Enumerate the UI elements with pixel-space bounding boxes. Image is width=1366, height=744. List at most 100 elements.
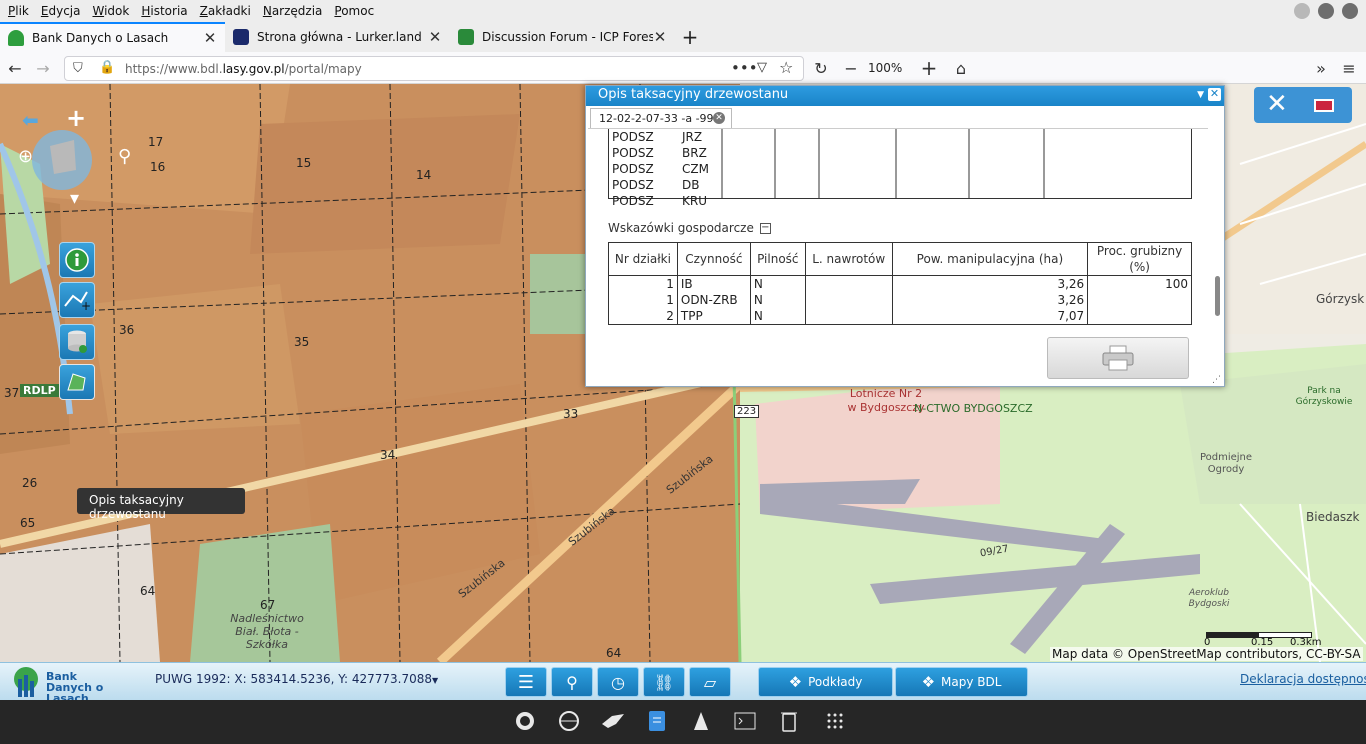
- close-popup-icon[interactable]: ✕: [1208, 88, 1221, 101]
- bdl-logo[interactable]: Bank Danych o Lasach: [8, 665, 128, 704]
- reload-icon[interactable]: ↻: [810, 57, 832, 79]
- resize-handle-icon[interactable]: ⋰: [1212, 375, 1221, 385]
- table-row: PODSZ BRZ: [609, 145, 712, 161]
- minimize-window-button[interactable]: [1294, 3, 1310, 19]
- zoom-in-icon[interactable]: +: [66, 104, 86, 132]
- list-icon: ☰: [517, 671, 535, 693]
- info-button[interactable]: [59, 242, 95, 278]
- parcel-number: 17: [148, 135, 164, 149]
- species-rows: PODSZ JRZ PODSZ BRZ PODSZ CZM PODSZ DB PODSZ…: [609, 129, 712, 209]
- popup-tab[interactable]: 12-02-2-07-33 -a -99 ✕: [590, 108, 732, 128]
- column-header: Czynność: [676, 242, 751, 276]
- close-tab-icon[interactable]: ✕: [203, 29, 217, 47]
- pocket-icon[interactable]: ▽: [757, 60, 767, 75]
- species-table: PODSZ JRZ PODSZ BRZ PODSZ CZM PODSZ DB PODSZ…: [608, 129, 1192, 208]
- podklady-button[interactable]: ❖ Podkłady: [758, 667, 893, 697]
- column-header: Pilność: [749, 242, 806, 276]
- firefox-icon[interactable]: [514, 710, 536, 732]
- bird-icon[interactable]: [602, 710, 624, 732]
- accessibility-declaration-link[interactable]: Deklaracja dostępności: [1240, 672, 1366, 686]
- legend-list-button[interactable]: ☰: [505, 667, 547, 697]
- scrollbar-thumb[interactable]: [1215, 276, 1220, 316]
- map-search-icon: ⚲: [566, 672, 578, 692]
- address-bar[interactable]: ⛉ 🔒 https://www.bdl.lasy.gov.pl/portal/m…: [64, 56, 804, 81]
- zoom-in-button[interactable]: +: [918, 56, 940, 80]
- forestry-label: Nadleśnictwo Biał. Błota - Szkółka: [230, 612, 304, 651]
- parcel-number: 34: [380, 448, 396, 462]
- close-tab-icon[interactable]: ✕: [653, 28, 667, 46]
- tree-favicon-icon: [8, 30, 24, 46]
- close-tab-icon[interactable]: ✕: [713, 112, 725, 124]
- forest-description-button[interactable]: [59, 364, 95, 400]
- bookmark-star-icon[interactable]: ☆: [779, 58, 793, 77]
- maximize-window-button[interactable]: [1318, 3, 1334, 19]
- table-cell: [1087, 292, 1192, 308]
- popup-header[interactable]: Opis taksacyjny drzewostanu ▼ ✕: [586, 86, 1224, 106]
- species-cell: KRU: [682, 194, 707, 208]
- overflow-chevron-icon[interactable]: »: [1310, 57, 1332, 79]
- menu-historia[interactable]: Historia: [141, 4, 187, 18]
- stack-icon[interactable]: [690, 710, 712, 732]
- home-icon[interactable]: ⌂: [950, 57, 972, 79]
- zoom-out-icon[interactable]: ▾: [70, 188, 79, 209]
- tab-lurker[interactable]: Strona główna - Lurker.land ✕: [225, 22, 450, 52]
- table-row: PODSZ JRZ: [609, 129, 712, 145]
- podklady-label: Podkłady: [808, 675, 863, 689]
- lock-icon[interactable]: 🔒: [99, 60, 115, 75]
- popup-scrollbar[interactable]: [1212, 128, 1222, 360]
- menu-pomoc[interactable]: Pomoc: [334, 4, 374, 18]
- popup-body: PODSZ JRZ PODSZ BRZ PODSZ CZM PODSZ DB PODSZ…: [588, 128, 1208, 360]
- mapy-bdl-button[interactable]: ❖ Mapy BDL: [895, 667, 1028, 697]
- zoom-out-button[interactable]: −: [840, 57, 862, 79]
- close-window-button[interactable]: [1342, 3, 1358, 19]
- back-arrow-icon[interactable]: ⬅: [22, 108, 39, 132]
- species-cell: DB: [682, 178, 700, 192]
- table-header-row: Nr działki Czynność Pilność L. nawrotów …: [608, 242, 1192, 276]
- app-grid-icon[interactable]: [824, 710, 846, 732]
- link-button[interactable]: ⛓: [643, 667, 685, 697]
- collapse-section-icon[interactable]: −: [759, 223, 771, 234]
- menu-plik[interactable]: Plik: [8, 4, 29, 18]
- zoom-search-icon[interactable]: ⚲: [118, 146, 131, 167]
- eraser-button[interactable]: ▱: [689, 667, 731, 697]
- table-cell: N: [749, 308, 806, 325]
- database-button[interactable]: [59, 324, 95, 360]
- close-icon[interactable]: ✕: [1266, 89, 1288, 119]
- column-header: Nr działki: [608, 242, 678, 276]
- terminal-icon[interactable]: [734, 710, 756, 732]
- parcel-number: 14: [416, 168, 432, 182]
- globe-icon[interactable]: [558, 710, 580, 732]
- table-row: PODSZ KRU: [609, 193, 712, 209]
- new-tab-button[interactable]: +: [675, 22, 705, 52]
- collapse-icon[interactable]: ▼: [1197, 86, 1204, 104]
- menu-zakladki[interactable]: Zakładki: [200, 4, 251, 18]
- search-map-button[interactable]: ⚲: [551, 667, 593, 697]
- map-attribution: Map data © OpenStreetMap contributors, C…: [1050, 647, 1363, 661]
- tab-icp-forests[interactable]: Discussion Forum - ICP Forests ✕: [450, 22, 675, 52]
- back-arrow-icon[interactable]: ←: [4, 57, 26, 79]
- trash-icon[interactable]: [778, 710, 800, 732]
- shield-icon[interactable]: ⛉: [73, 61, 83, 76]
- menu-edycja[interactable]: Edycja: [41, 4, 81, 18]
- forward-arrow-icon[interactable]: →: [32, 57, 54, 79]
- dropdown-arrow-icon[interactable]: ▼: [432, 676, 438, 685]
- history-button[interactable]: ◷: [597, 667, 639, 697]
- parcel-number: 16: [150, 160, 166, 174]
- menu-bar: Plik Edycja Widok Historia Zakładki Narz…: [0, 0, 1366, 22]
- tab-bank-danych[interactable]: Bank Danych o Lasach ✕: [0, 22, 225, 52]
- measure-button[interactable]: +: [59, 282, 95, 318]
- map-top-controls: ✕: [1254, 87, 1352, 123]
- page-actions-icon[interactable]: •••: [731, 59, 758, 77]
- hamburger-menu-icon[interactable]: ≡: [1338, 57, 1360, 79]
- english-flag-icon[interactable]: [1314, 99, 1334, 112]
- zoom-level[interactable]: 100%: [868, 61, 902, 75]
- locate-icon[interactable]: ⊕: [18, 146, 33, 167]
- column-header: Proc. grubizny (%): [1087, 242, 1192, 276]
- document-icon[interactable]: [646, 710, 668, 732]
- close-tab-icon[interactable]: ✕: [428, 28, 442, 46]
- menu-narzedzia[interactable]: Narzędzia: [263, 4, 323, 18]
- print-button[interactable]: [1047, 337, 1189, 379]
- layer-cell: PODSZ: [612, 178, 654, 192]
- menu-widok[interactable]: Widok: [92, 4, 129, 18]
- parcel-number: 65: [20, 516, 36, 530]
